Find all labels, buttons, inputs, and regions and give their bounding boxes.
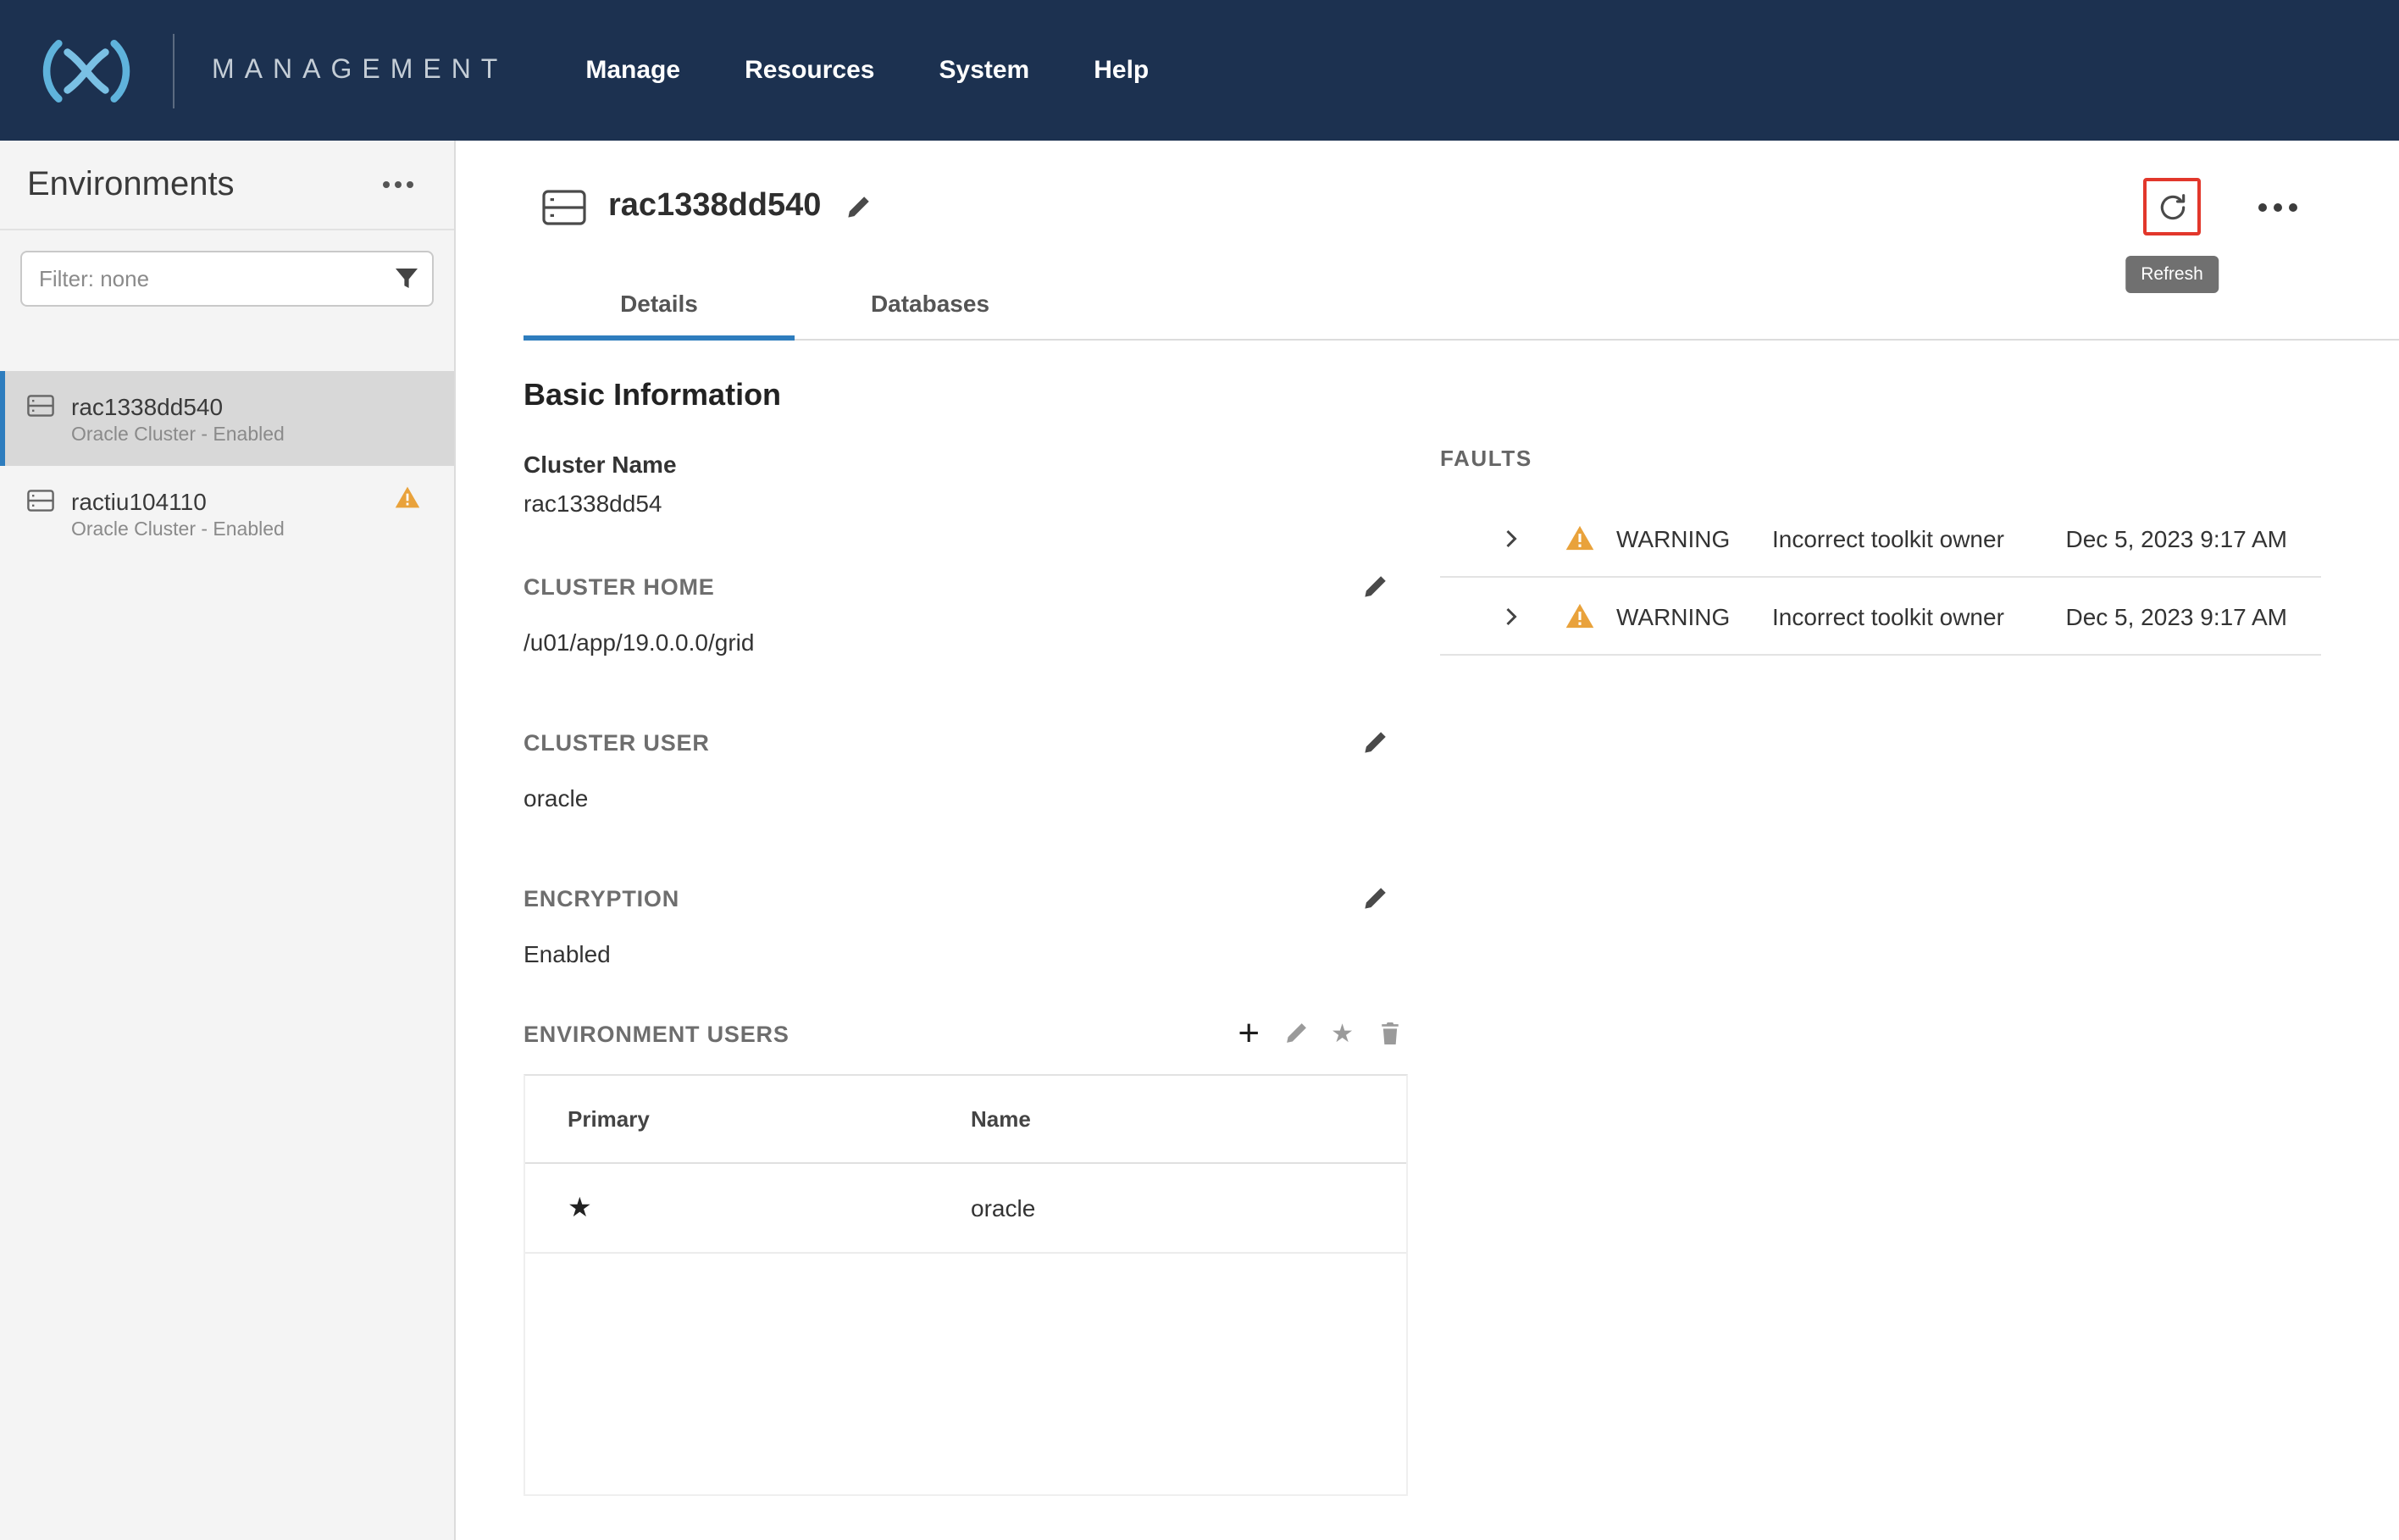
- filter-row: [0, 230, 454, 324]
- tabs: Details Databases: [524, 269, 2399, 341]
- cluster-home-label: CLUSTER HOME: [524, 574, 715, 600]
- edit-encryption-icon[interactable]: [1362, 886, 1388, 911]
- chevron-right-icon[interactable]: [1501, 528, 1521, 548]
- add-user-icon[interactable]: +: [1238, 1015, 1260, 1052]
- warning-icon: [1565, 525, 1594, 551]
- refresh-tooltip: Refresh: [2125, 256, 2219, 293]
- column-header-name: Name: [971, 1106, 1406, 1132]
- tab-details[interactable]: Details: [524, 269, 795, 339]
- filter-icon[interactable]: [393, 264, 420, 291]
- fault-title: Incorrect toolkit owner: [1772, 524, 2045, 551]
- environment-name: rac1338dd540: [71, 392, 285, 419]
- sidebar-header: Environments: [0, 141, 454, 230]
- table-header-row: Primary Name: [525, 1076, 1406, 1164]
- encryption-section: ENCRYPTION Enabled: [524, 886, 1408, 967]
- cluster-user-section: CLUSTER USER oracle: [524, 730, 1408, 812]
- nav-manage[interactable]: Manage: [585, 56, 680, 85]
- environment-title-icon: [542, 189, 586, 224]
- environment-users-table: Primary Name ★ oracle: [524, 1074, 1408, 1496]
- sidebar-item-ractiu104110[interactable]: ractiu104110 Oracle Cluster - Enabled: [0, 466, 454, 561]
- cluster-home-section: CLUSTER HOME /u01/app/19.0.0.0/grid: [524, 574, 1408, 656]
- primary-star-icon: ★: [568, 1194, 592, 1222]
- cluster-user-label: CLUSTER USER: [524, 730, 710, 756]
- warning-icon: [1565, 603, 1594, 629]
- sidebar-more-menu[interactable]: [376, 174, 420, 195]
- encryption-value: Enabled: [524, 940, 1408, 967]
- table-row[interactable]: ★ oracle: [525, 1164, 1406, 1254]
- user-name-cell: oracle: [971, 1194, 1406, 1221]
- refresh-button[interactable]: [2143, 178, 2201, 235]
- nav-system[interactable]: System: [939, 56, 1030, 85]
- fault-severity: WARNING: [1616, 524, 1772, 551]
- basic-information-heading: Basic Information: [524, 378, 1408, 413]
- environment-subtitle: Oracle Cluster - Enabled: [71, 424, 285, 445]
- nav-resources[interactable]: Resources: [745, 56, 874, 85]
- main-panel: rac1338dd540 Refresh: [456, 141, 2399, 1540]
- environment-users-heading: ENVIRONMENT USERS: [524, 1021, 790, 1046]
- fault-date: Dec 5, 2023 9:17 AM: [2065, 524, 2287, 551]
- environments-list: rac1338dd540 Oracle Cluster - Enabled: [0, 371, 454, 561]
- sidebar-title: Environments: [27, 165, 235, 204]
- main-header: rac1338dd540 Refresh: [456, 168, 2399, 246]
- main-more-menu[interactable]: [2252, 196, 2304, 218]
- encryption-label: ENCRYPTION: [524, 886, 679, 911]
- fault-row[interactable]: WARNING Incorrect toolkit owner Dec 5, 2…: [1440, 578, 2321, 656]
- environment-name: ractiu104110: [71, 487, 285, 514]
- fault-date: Dec 5, 2023 9:17 AM: [2065, 602, 2287, 629]
- fault-row[interactable]: WARNING Incorrect toolkit owner Dec 5, 2…: [1440, 500, 2321, 578]
- filter-input[interactable]: [20, 251, 434, 307]
- environment-subtitle: Oracle Cluster - Enabled: [71, 519, 285, 540]
- sidebar-item-rac1338dd540[interactable]: rac1338dd540 Oracle Cluster - Enabled: [0, 371, 454, 466]
- navbar-divider: [173, 33, 175, 108]
- set-primary-user-icon[interactable]: ★: [1331, 1021, 1354, 1046]
- edit-cluster-home-icon[interactable]: [1362, 574, 1388, 600]
- fault-severity: WARNING: [1616, 602, 1772, 629]
- cluster-user-value: oracle: [524, 784, 1408, 812]
- environments-sidebar: Environments: [0, 141, 456, 1540]
- environment-users-header: ENVIRONMENT USERS + ★: [524, 1015, 1408, 1052]
- top-navbar: MANAGEMENT Manage Resources System Help: [0, 0, 2399, 141]
- cluster-home-value: /u01/app/19.0.0.0/grid: [524, 629, 1408, 656]
- nav-help[interactable]: Help: [1094, 56, 1149, 85]
- edit-user-icon[interactable]: [1283, 1022, 1307, 1045]
- app: MANAGEMENT Manage Resources System Help …: [0, 0, 2399, 1540]
- tab-databases[interactable]: Databases: [795, 269, 1066, 339]
- header-actions: Refresh: [2143, 178, 2304, 235]
- chevron-right-icon[interactable]: [1501, 606, 1521, 626]
- main-nav: Manage Resources System Help: [585, 56, 1149, 85]
- environment-icon: [27, 394, 54, 416]
- delete-user-icon[interactable]: [1377, 1022, 1401, 1045]
- faults-heading: FAULTS: [1440, 446, 2321, 471]
- cluster-name-value: rac1338dd54: [524, 490, 1408, 517]
- faults-panel: FAULTS WARNING I: [1440, 378, 2321, 1496]
- brand-title: MANAGEMENT: [212, 55, 507, 86]
- cluster-name-label: Cluster Name: [524, 451, 1408, 478]
- fault-title: Incorrect toolkit owner: [1772, 602, 2045, 629]
- column-header-primary: Primary: [525, 1106, 971, 1132]
- environment-icon: [27, 489, 54, 511]
- edit-cluster-user-icon[interactable]: [1362, 730, 1388, 756]
- delphix-logo-icon[interactable]: [24, 30, 149, 111]
- warning-icon: [395, 486, 420, 508]
- page-title: rac1338dd540: [608, 188, 821, 225]
- edit-title-icon[interactable]: [845, 194, 870, 219]
- basic-information-panel: Basic Information Cluster Name rac1338dd…: [524, 378, 1408, 1496]
